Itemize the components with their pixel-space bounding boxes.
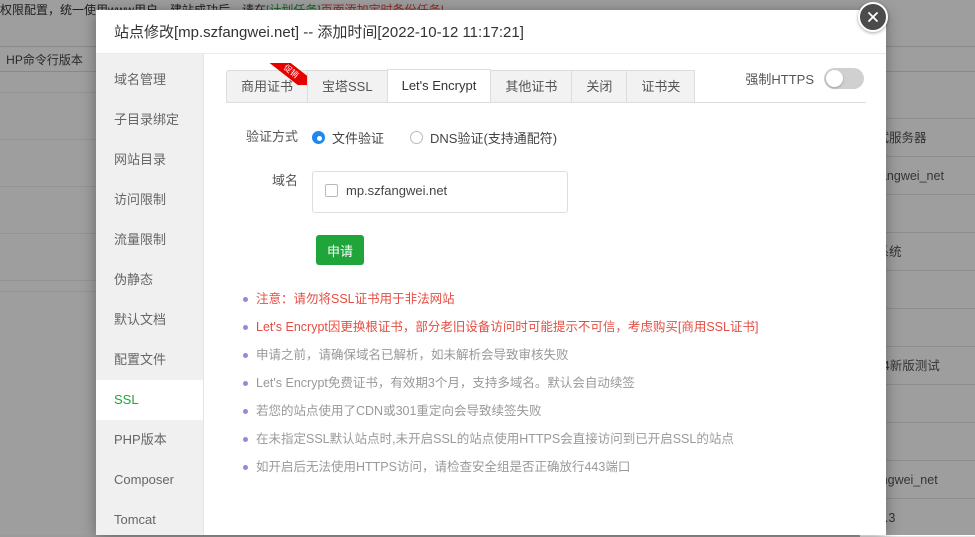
- sidebar-item-rewrite[interactable]: 伪静态: [96, 260, 203, 300]
- note-item: 在未指定SSL默认站点时,未开启SSL的站点使用HTTPS会直接访问到已开启SS…: [240, 431, 866, 447]
- note-text: Let's Encrypt免费证书，有效期3个月，支持多域名。默认会自动续签: [256, 376, 635, 390]
- dialog-sidebar: 域名管理 子目录绑定 网站目录 访问限制 流量限制 伪静态 默认文档 配置文件 …: [96, 54, 204, 535]
- radio-file-verification[interactable]: 文件验证: [312, 128, 384, 147]
- sidebar-item-traffic-limit[interactable]: 流量限制: [96, 220, 203, 260]
- radio-dot-icon: [312, 131, 325, 144]
- note-text: Let's Encrypt因更换根证书，部分老旧设备访问时可能提示不可信，考虑购…: [256, 320, 678, 334]
- tab-commercial-certificate[interactable]: 商用证书 促销: [226, 63, 313, 102]
- domain-name-label: mp.szfangwei.net: [346, 183, 448, 198]
- force-https-toggle[interactable]: [824, 68, 864, 89]
- checkbox-icon[interactable]: [325, 184, 338, 197]
- verify-method-options: 文件验证 DNS验证(支持通配符): [312, 127, 557, 147]
- force-https-control: 强制HTTPS: [745, 68, 864, 89]
- sidebar-item-composer[interactable]: Composer: [96, 460, 203, 500]
- site-edit-dialog: 站点修改[mp.szfangwei.net] -- 添加时间[2022-10-1…: [96, 10, 886, 535]
- radio-dns-verification[interactable]: DNS验证(支持通配符): [410, 128, 557, 147]
- sidebar-item-php-version[interactable]: PHP版本: [96, 420, 203, 460]
- tab-other-certificate[interactable]: 其他证书: [490, 70, 573, 102]
- note-text: 注意：请勿将SSL证书用于非法网站: [256, 292, 455, 306]
- verify-method-row: 验证方式 文件验证 DNS验证(支持通配符): [226, 127, 866, 147]
- note-text: 若您的站点使用了CDN或301重定向会导致续签失败: [256, 404, 542, 418]
- note-text: 如开启后无法使用HTTPS访问，请检查安全组是否正确放行443端口: [256, 460, 631, 474]
- sidebar-item-default-document[interactable]: 默认文档: [96, 300, 203, 340]
- sidebar-item-website-directory[interactable]: 网站目录: [96, 140, 203, 180]
- note-item: 注意：请勿将SSL证书用于非法网站: [240, 291, 866, 307]
- ssl-panel: 商用证书 促销 宝塔SSL Let's Encrypt 其他证书 关闭 证书夹 …: [204, 54, 886, 535]
- sidebar-item-config-file[interactable]: 配置文件: [96, 340, 203, 380]
- verify-method-label: 验证方式: [245, 129, 298, 144]
- tab-close-ssl[interactable]: 关闭: [571, 70, 628, 102]
- domain-label: 域名: [271, 173, 298, 188]
- domain-checkbox-item[interactable]: mp.szfangwei.net: [325, 183, 555, 198]
- close-dialog-button[interactable]: [858, 2, 888, 32]
- sidebar-item-domain-management[interactable]: 域名管理: [96, 60, 203, 100]
- note-item: 申请之前，请确保域名已解析，如未解析会导致审核失败: [240, 347, 866, 363]
- radio-label: DNS验证(支持通配符): [430, 131, 558, 146]
- tab-bt-ssl[interactable]: 宝塔SSL: [307, 70, 388, 102]
- note-text: 申请之前，请确保域名已解析，如未解析会导致审核失败: [256, 348, 569, 362]
- radio-dot-icon: [410, 131, 424, 144]
- dialog-title: 站点修改[mp.szfangwei.net] -- 添加时间[2022-10-1…: [114, 24, 524, 41]
- ssl-notes-list: 注意：请勿将SSL证书用于非法网站 Let's Encrypt因更换根证书，部分…: [240, 291, 866, 475]
- tab-lets-encrypt[interactable]: Let's Encrypt: [386, 69, 492, 102]
- sidebar-item-ssl[interactable]: SSL: [96, 380, 203, 420]
- note-item: Let's Encrypt因更换根证书，部分老旧设备访问时可能提示不可信，考虑购…: [240, 319, 866, 335]
- close-icon: [868, 12, 878, 22]
- sidebar-item-tomcat[interactable]: Tomcat: [96, 500, 203, 535]
- sidebar-item-access-restriction[interactable]: 访问限制: [96, 180, 203, 220]
- radio-label: 文件验证: [332, 131, 385, 146]
- note-item: Let's Encrypt免费证书，有效期3个月，支持多域名。默认会自动续签: [240, 375, 866, 391]
- domain-row: 域名 mp.szfangwei.net: [226, 171, 866, 213]
- note-item: 若您的站点使用了CDN或301重定向会导致续签失败: [240, 403, 866, 419]
- domain-list-box: mp.szfangwei.net: [312, 171, 568, 213]
- sidebar-item-subdirectory-binding[interactable]: 子目录绑定: [96, 100, 203, 140]
- apply-certificate-button[interactable]: 申请: [316, 235, 364, 265]
- tab-certificate-folder[interactable]: 证书夹: [626, 70, 696, 102]
- toggle-knob: [826, 70, 843, 87]
- note-item: 如开启后无法使用HTTPS访问，请检查安全组是否正确放行443端口: [240, 459, 866, 475]
- commercial-ssl-link[interactable]: [商用SSL证书]: [678, 320, 759, 334]
- note-text: 在未指定SSL默认站点时,未开启SSL的站点使用HTTPS会直接访问到已开启SS…: [256, 432, 734, 446]
- dialog-body: 域名管理 子目录绑定 网站目录 访问限制 流量限制 伪静态 默认文档 配置文件 …: [96, 54, 886, 535]
- tab-label: 商用证书: [241, 79, 294, 94]
- force-https-label: 强制HTTPS: [745, 72, 814, 87]
- dialog-header: 站点修改[mp.szfangwei.net] -- 添加时间[2022-10-1…: [96, 10, 886, 54]
